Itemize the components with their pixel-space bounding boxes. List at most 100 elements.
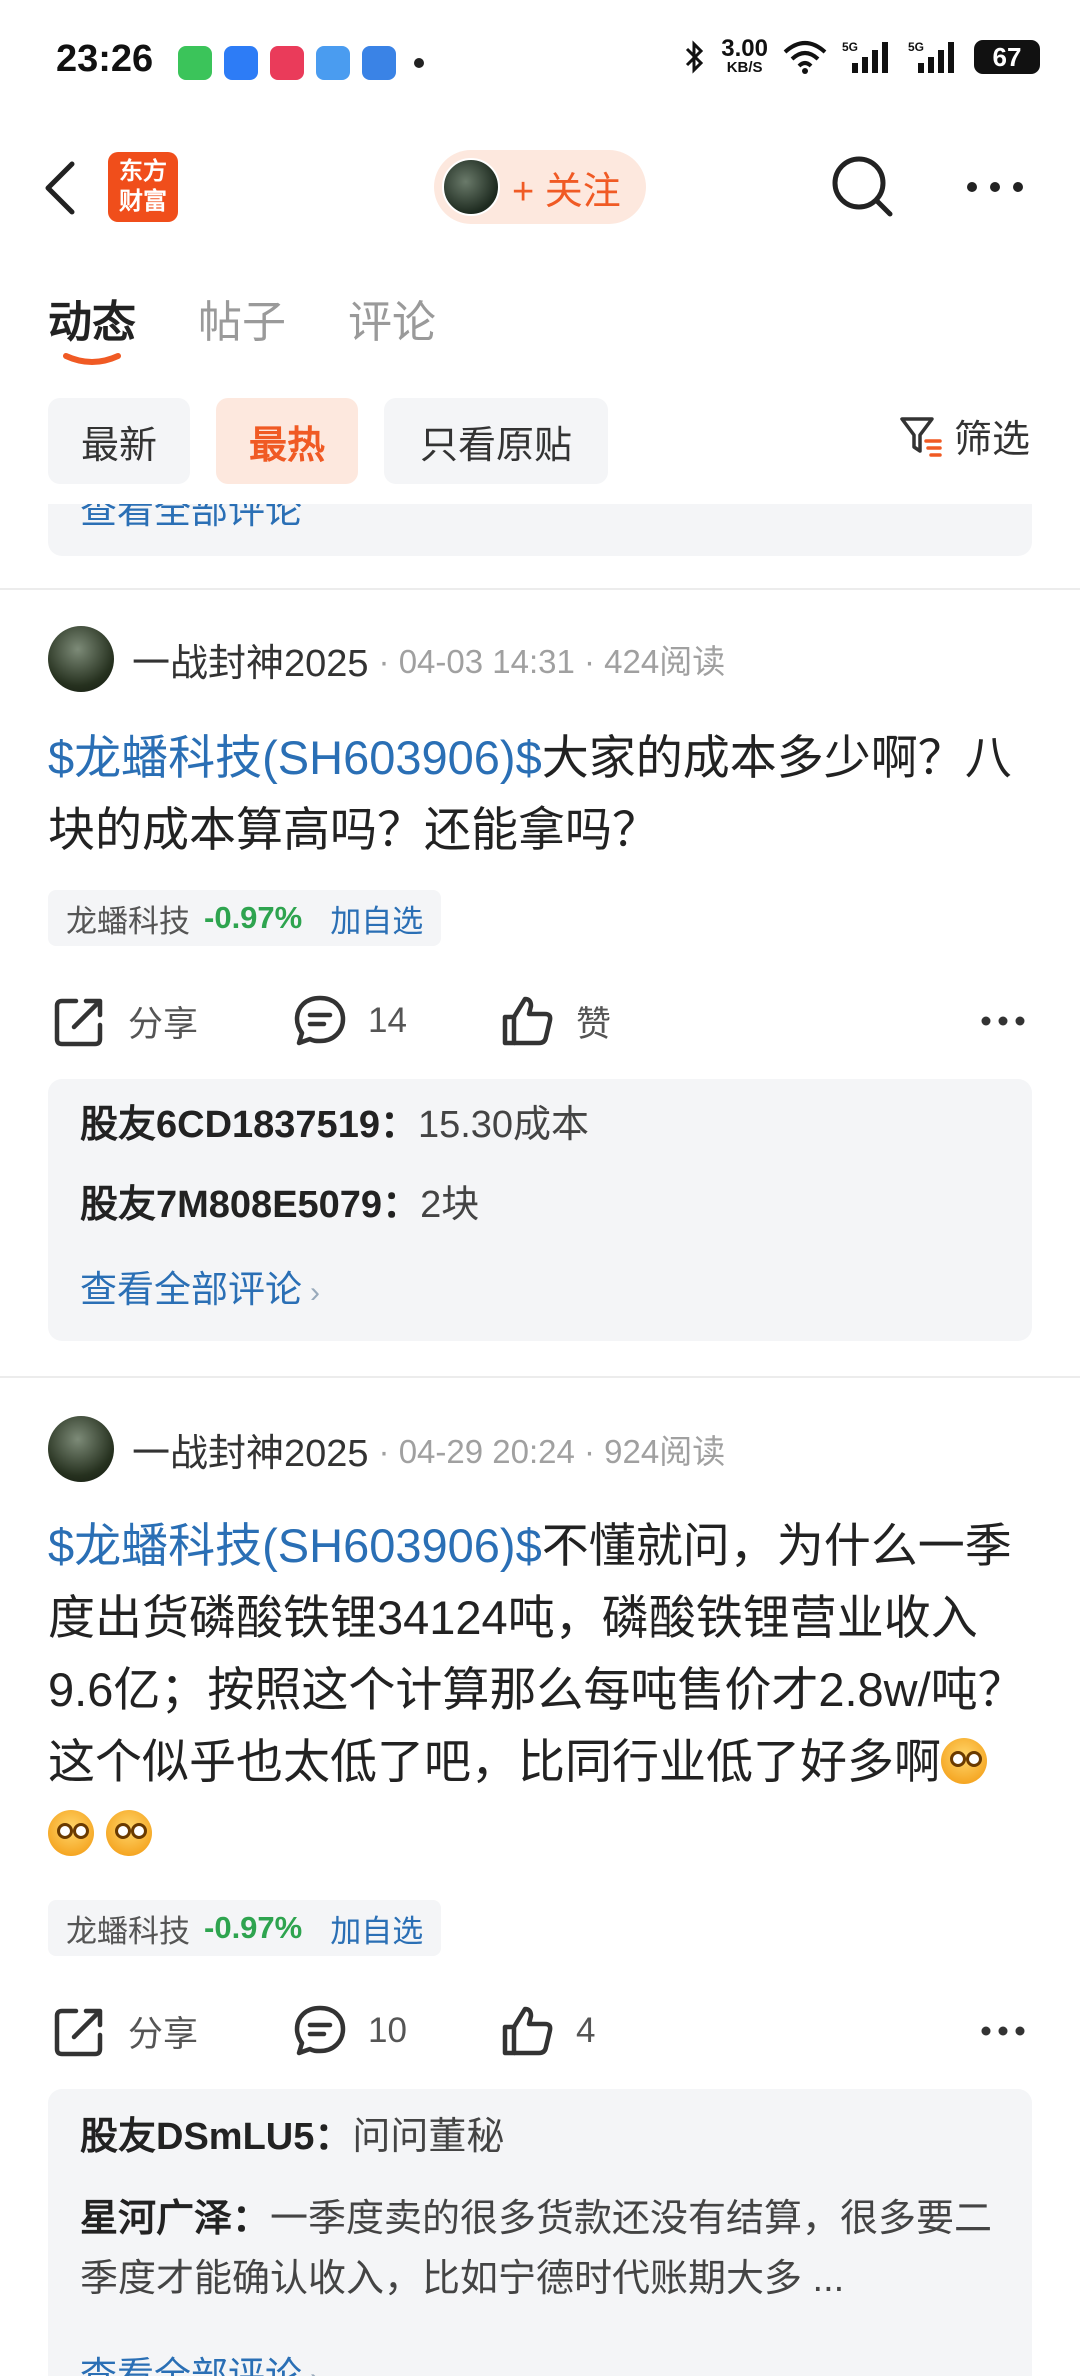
like-count: 4 bbox=[576, 2011, 596, 2050]
stock-link[interactable]: $龙蟠科技(SH603906)$ bbox=[48, 1519, 542, 1572]
more-dots-icon bbox=[981, 2026, 1025, 2036]
flushed-emoji-icon bbox=[106, 1810, 152, 1856]
add-watchlist-button[interactable]: 加自选 bbox=[330, 896, 423, 941]
chevron-right-icon: › bbox=[310, 2362, 320, 2376]
tab-dynamic[interactable]: 动态 bbox=[48, 286, 136, 350]
search-button[interactable] bbox=[828, 152, 898, 222]
comment-preview: 股友7M808E5079：2块 bbox=[80, 1175, 1000, 1235]
view-all-comments-link[interactable]: 查看全部评论› bbox=[80, 2345, 320, 2376]
share-button[interactable]: 分享 bbox=[52, 986, 198, 1056]
stock-tag-change: -0.97% bbox=[204, 1910, 303, 1945]
net-speed: 3.00 KB/S bbox=[721, 35, 768, 76]
messages-app-icon bbox=[178, 46, 212, 80]
more-dots-icon bbox=[967, 182, 1023, 192]
cell-signal-2-icon: 5G bbox=[908, 40, 954, 73]
redbook-app-icon bbox=[270, 46, 304, 80]
comment-text: 问问董秘 bbox=[352, 2116, 505, 2158]
filter-funnel-icon bbox=[900, 416, 942, 457]
tab-bar: 动态 帖子 评论 bbox=[0, 270, 1080, 365]
cell-signal-icon: 5G bbox=[842, 40, 888, 73]
tab-posts[interactable]: 帖子 bbox=[198, 286, 286, 350]
post-body[interactable]: $龙蟠科技(SH603906)$不懂就问，为什么一季度出货磷酸铁锂34124吨，… bbox=[48, 1510, 1038, 1870]
comment-button[interactable]: 10 bbox=[292, 1996, 407, 2066]
status-bar: 23:26 3.00 KB/S 5G 5G 67 bbox=[0, 0, 1080, 128]
flushed-emoji-icon bbox=[941, 1738, 987, 1784]
tab-comments[interactable]: 评论 bbox=[348, 286, 436, 350]
weather-app-icon bbox=[316, 46, 350, 80]
filter-hottest[interactable]: 最热 bbox=[216, 398, 358, 484]
author-name[interactable]: 一战封神2025 bbox=[132, 632, 369, 687]
post-feed: 查看全部评论 一战封神2025 · 04-03 14:31 · 424阅读 $龙… bbox=[0, 504, 1080, 2376]
flushed-emoji-icon bbox=[48, 1810, 94, 1856]
post-more-button[interactable] bbox=[978, 996, 1028, 1046]
back-button[interactable] bbox=[40, 156, 90, 220]
post-more-button[interactable] bbox=[978, 2006, 1028, 2056]
share-icon bbox=[54, 998, 103, 1047]
divider bbox=[0, 588, 1080, 590]
avatar[interactable] bbox=[48, 626, 114, 692]
view-all-comments-link[interactable]: 查看全部评论 bbox=[80, 504, 302, 534]
follow-button[interactable]: + 关注 bbox=[434, 150, 646, 224]
back-arrow-icon bbox=[45, 161, 75, 215]
comment-preview: 股友6CD1837519：15.30成本 bbox=[80, 1095, 1000, 1155]
view-all-comments-link[interactable]: 查看全部评论› bbox=[80, 1259, 320, 1313]
post-body[interactable]: $龙蟠科技(SH603906)$大家的成本多少啊？八块的成本算高吗？还能拿吗？ bbox=[48, 722, 1038, 866]
more-notifications-dot bbox=[414, 58, 424, 68]
share-button[interactable]: 分享 bbox=[52, 1996, 198, 2066]
like-label: 赞 bbox=[576, 1004, 612, 1044]
comment-text: 15.30成本 bbox=[417, 1104, 590, 1146]
star-app-icon bbox=[224, 46, 258, 80]
status-right: 3.00 KB/S 5G 5G 67 bbox=[683, 35, 1040, 76]
like-button[interactable]: 赞 bbox=[500, 986, 611, 1056]
filter-label: 筛选 bbox=[953, 419, 1030, 461]
stock-tag-name[interactable]: 龙蟠科技 bbox=[66, 1906, 190, 1951]
post-card: 一战封神2025 · 04-29 20:24 · 924阅读 $龙蟠科技(SH6… bbox=[0, 1414, 1080, 2376]
comment-preview: 星河广泽：一季度卖的很多货款还没有结算，很多要二季度才能确认收入，比如宁德时代账… bbox=[80, 2189, 1000, 2309]
comment-count: 10 bbox=[368, 2011, 407, 2050]
stock-tag: 龙蟠科技 -0.97% 加自选 bbox=[48, 1900, 442, 1956]
share-icon bbox=[54, 2008, 103, 2057]
comment-preview-box[interactable]: 股友6CD1837519：15.30成本 股友7M808E5079：2块 查看全… bbox=[48, 1079, 1032, 1341]
post-actions: 分享 10 4 bbox=[0, 1996, 1080, 2066]
comment-text: 2块 bbox=[420, 1184, 480, 1226]
stock-tag: 龙蟠科技 -0.97% 加自选 bbox=[48, 890, 442, 946]
chevron-right-icon: › bbox=[310, 1276, 320, 1309]
stock-tag-name[interactable]: 龙蟠科技 bbox=[66, 896, 190, 941]
top-nav: 东方 财富 + 关注 bbox=[0, 128, 1080, 248]
post-actions: 分享 14 赞 bbox=[0, 986, 1080, 1056]
comment-user: 星河广泽： bbox=[80, 2198, 271, 2240]
filter-bar: 最新 最热 只看原贴 筛选 bbox=[0, 398, 1080, 484]
status-time: 23:26 bbox=[56, 38, 154, 80]
bluetooth-icon bbox=[686, 40, 704, 74]
more-menu-button[interactable] bbox=[960, 162, 1030, 212]
comment-preview: 股友DSmLU5：问问董秘 bbox=[80, 2107, 1000, 2167]
thumbs-up-icon bbox=[502, 2006, 553, 2056]
avatar[interactable] bbox=[48, 1416, 114, 1482]
more-dots-icon bbox=[981, 1016, 1025, 1026]
add-watchlist-button[interactable]: 加自选 bbox=[330, 1906, 423, 1951]
comment-user: 股友7M808E5079： bbox=[80, 1184, 421, 1226]
filter-original-only[interactable]: 只看原贴 bbox=[384, 398, 608, 484]
post-author-row: 一战封神2025 · 04-03 14:31 · 424阅读 bbox=[48, 624, 725, 694]
thumbs-up-icon bbox=[502, 996, 553, 1046]
post-author-row: 一战封神2025 · 04-29 20:24 · 924阅读 bbox=[48, 1414, 725, 1484]
filter-latest[interactable]: 最新 bbox=[48, 398, 190, 484]
wifi-icon bbox=[783, 41, 827, 74]
post-card: 一战封神2025 · 04-03 14:31 · 424阅读 $龙蟠科技(SH6… bbox=[0, 624, 1080, 1394]
active-tab-indicator bbox=[63, 353, 121, 365]
app-logo: 东方 财富 bbox=[108, 152, 178, 222]
previous-comments-card: 查看全部评论 bbox=[48, 504, 1032, 556]
author-name[interactable]: 一战封神2025 bbox=[132, 1422, 369, 1477]
comment-bubble-icon bbox=[294, 995, 346, 1046]
battery-indicator: 67 bbox=[974, 40, 1040, 74]
avatar bbox=[442, 158, 500, 216]
comment-preview-box[interactable]: 股友DSmLU5：问问董秘 星河广泽：一季度卖的很多货款还没有结算，很多要二季度… bbox=[48, 2089, 1032, 2376]
like-button[interactable]: 4 bbox=[500, 1996, 595, 2066]
follow-label: + 关注 bbox=[512, 170, 621, 213]
stock-link[interactable]: $龙蟠科技(SH603906)$ bbox=[48, 731, 542, 784]
divider bbox=[0, 1376, 1080, 1378]
notification-icons bbox=[178, 46, 424, 80]
comment-button[interactable]: 14 bbox=[292, 986, 407, 1056]
filter-button[interactable]: 筛选 bbox=[898, 408, 1030, 463]
stock-tag-change: -0.97% bbox=[204, 900, 303, 935]
